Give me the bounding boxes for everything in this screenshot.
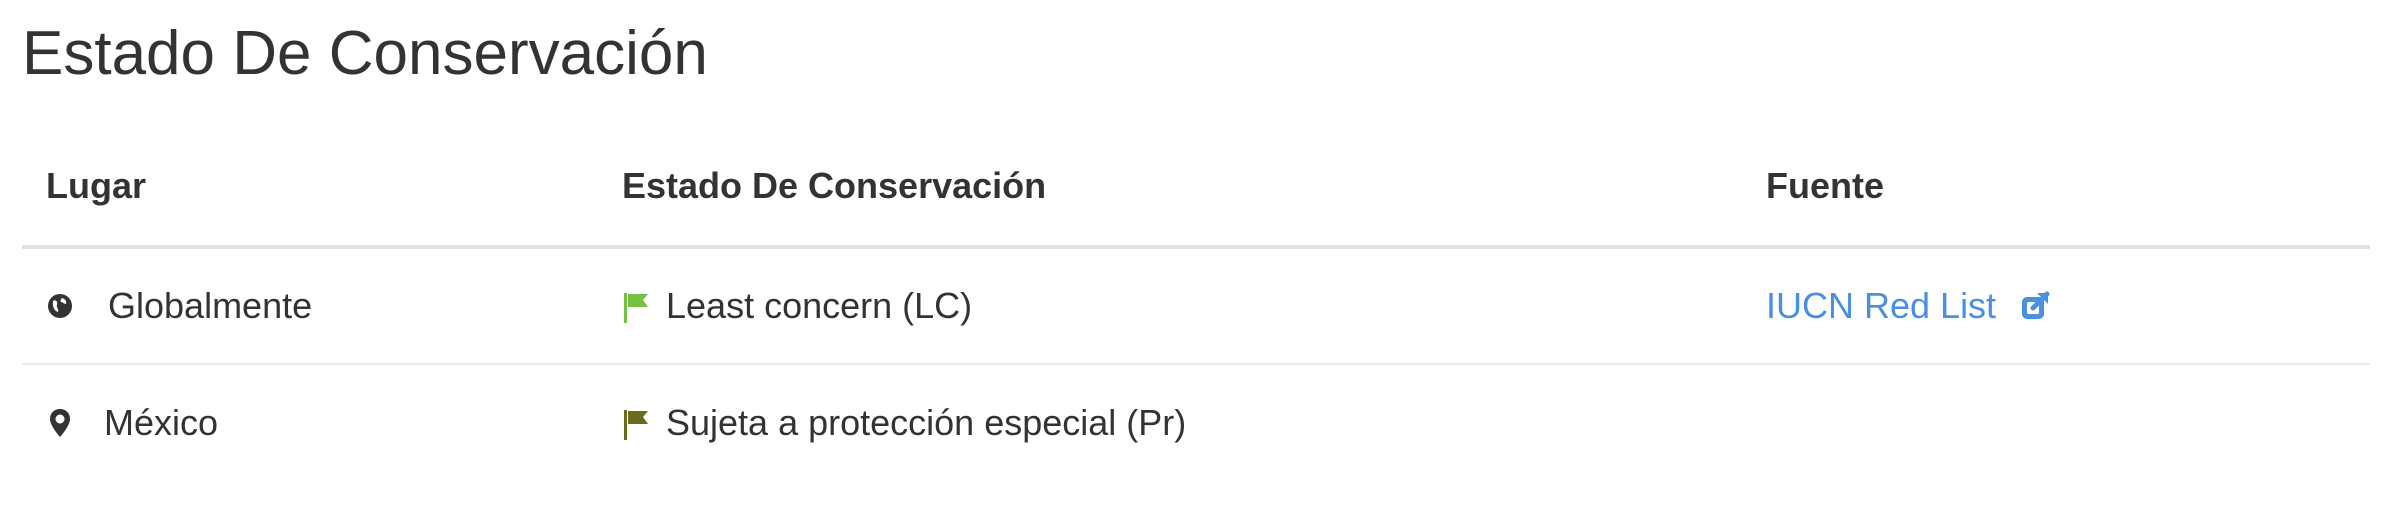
external-link-icon[interactable]	[2018, 289, 2052, 323]
table-row: Globalmente Least concern (LC) IUCN Red …	[22, 249, 2370, 365]
source-cell: IUCN Red List	[1766, 249, 2052, 363]
table-row: México Sujeta a protección especial (Pr)	[22, 365, 2370, 481]
status-label: Sujeta a protección especial (Pr)	[666, 402, 1187, 443]
place-label: Globalmente	[108, 285, 313, 326]
status-cell: Least concern (LC)	[622, 249, 972, 363]
place-cell: México	[46, 365, 218, 481]
header-status: Estado De Conservación	[622, 165, 1047, 206]
status-cell: Sujeta a protección especial (Pr)	[622, 365, 1186, 481]
header-place: Lugar	[46, 165, 147, 206]
section-title: Estado De Conservación	[22, 19, 708, 88]
header-source: Fuente	[1766, 165, 1885, 206]
table-header-row: Lugar Estado De Conservación Fuente	[22, 133, 2370, 249]
map-pin-icon	[46, 408, 74, 438]
iucn-red-list-link[interactable]: IUCN Red List	[1766, 285, 1996, 327]
flag-icon	[622, 406, 656, 440]
globe-icon	[46, 291, 74, 321]
flag-icon	[622, 289, 656, 323]
conservation-status-table: Lugar Estado De Conservación Fuente Glob…	[22, 133, 2370, 481]
place-cell: Globalmente	[46, 249, 312, 363]
status-label: Least concern (LC)	[666, 285, 973, 326]
place-label: México	[104, 402, 219, 443]
